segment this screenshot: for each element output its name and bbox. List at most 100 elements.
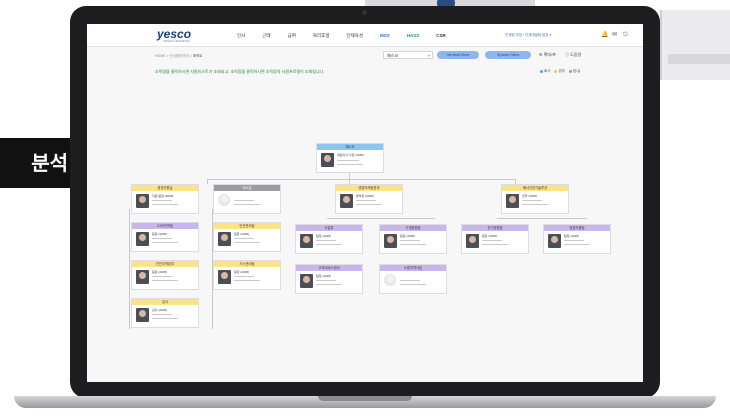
person-photo[interactable] <box>340 194 353 208</box>
detail-line <box>564 240 584 242</box>
logout-icon[interactable]: ⎋ <box>623 32 629 38</box>
person-photo[interactable] <box>136 308 149 322</box>
background-device-bar <box>668 54 730 64</box>
person-name[interactable]: 팀장 (2025) <box>234 232 249 236</box>
help-button[interactable]: ⓘ 도움말 <box>565 52 581 58</box>
detail-line <box>152 276 172 278</box>
person-photo[interactable] <box>384 274 396 286</box>
org-card[interactable]: 고객서비스센터 팀장 (2025) <box>295 264 363 294</box>
side-label: 분석 <box>0 138 74 188</box>
person-name[interactable]: 대표이사 사장 (2025) <box>337 153 364 157</box>
legend-division: 본부 <box>558 69 565 73</box>
person-photo[interactable] <box>321 153 334 167</box>
person-photo[interactable] <box>136 194 149 208</box>
detail-line <box>152 314 172 316</box>
org-card[interactable]: 사업부 팀장 (2025) <box>295 224 363 254</box>
person-photo[interactable] <box>506 194 519 208</box>
nav-item-hass[interactable]: HASS <box>407 33 420 39</box>
person-name[interactable]: 팀장 (2025) <box>316 234 331 238</box>
org-card[interactable]: 영업지원팀 팀장 (2025) <box>543 224 611 254</box>
chevron-down-icon: ▾ <box>427 53 430 58</box>
main-nav: 인사 근태 급여 복리후생 인재육성 MSS HASS CSR <box>237 33 463 39</box>
org-card[interactable]: 가스관리팀 팀장 (2025) <box>213 260 281 290</box>
connector-line <box>207 179 208 184</box>
org-card[interactable]: 전기영업팀 팀장 (2025) <box>461 224 529 254</box>
person-name[interactable]: 팀장 (2025) <box>152 232 167 236</box>
help-label: 도움말 <box>570 52 582 57</box>
person-photo[interactable] <box>300 274 313 288</box>
org-card[interactable]: CSR전략팀 팀장 (2025) <box>131 222 199 252</box>
person-name[interactable]: 팀장 (2025) <box>400 234 415 238</box>
detail-line <box>316 284 342 286</box>
person-photo[interactable] <box>218 194 230 206</box>
org-card[interactable]: 비서실 <box>213 184 281 214</box>
person-photo[interactable] <box>136 232 149 246</box>
person-photo[interactable] <box>136 270 149 284</box>
org-card[interactable]: 안전관리팀 팀장 (2025) <box>213 222 281 252</box>
nav-item-hr[interactable]: 인사 <box>237 33 245 39</box>
person-photo[interactable] <box>300 234 313 248</box>
logo-subtitle: YESCO HOLDINGS <box>163 39 191 43</box>
detail-line <box>482 244 508 246</box>
detail-line <box>234 242 260 244</box>
org-card[interactable]: 에너지전기솔루션 전무 (2025) <box>501 184 569 214</box>
person-name[interactable]: 전무 (2025) <box>522 194 537 198</box>
app-screen: yesco YESCO HOLDINGS 인사 근태 급여 복리후생 인재육성 … <box>87 24 643 382</box>
person-photo[interactable] <box>218 232 231 246</box>
person-photo[interactable] <box>466 234 479 248</box>
legend-dot-company <box>540 69 543 73</box>
nav-item-csr[interactable]: CSR <box>436 33 446 39</box>
org-card[interactable]: 노원지역사업 <box>379 264 447 294</box>
nav-item-payroll[interactable]: 급여 <box>288 33 296 39</box>
nav-item-benefits[interactable]: 복리후생 <box>313 33 330 39</box>
detail-line <box>152 242 178 244</box>
mail-icon[interactable]: ✉ <box>612 32 618 38</box>
person-name[interactable]: 감사 (2025) <box>152 308 167 312</box>
person-name[interactable]: 팀장 (2025) <box>234 270 249 274</box>
org-card[interactable]: 영업마케팅본부 본부장 (2025) <box>335 184 403 214</box>
user-info[interactable]: 인재팀 부장 / 인재개발팀 팀장 ▾ <box>505 33 551 38</box>
org-card[interactable]: 인천지역본부 팀장 (2025) <box>131 260 199 290</box>
spread-view-button[interactable]: Spread View <box>485 51 531 59</box>
expand-button[interactable]: ⚙ 확대/축 <box>539 52 556 58</box>
person-name[interactable]: 본부장 (2025) <box>356 194 374 198</box>
vertical-view-button[interactable]: Vertical View <box>437 51 479 59</box>
expand-label: 확대/축 <box>543 52 556 57</box>
detail-line <box>316 244 342 246</box>
person-name[interactable]: 팀장 (2025) <box>482 234 497 238</box>
nav-item-development[interactable]: 인재육성 <box>346 33 363 39</box>
person-photo[interactable] <box>548 234 561 248</box>
company-select[interactable]: 예스코 ▾ <box>383 51 433 59</box>
org-card[interactable]: 경영지원실 지원 팀장 (2025) <box>131 184 199 214</box>
app-header: yesco YESCO HOLDINGS 인사 근태 급여 복리후생 인재육성 … <box>87 24 643 47</box>
nav-item-mss[interactable]: MSS <box>380 33 390 39</box>
connector-line <box>207 179 515 180</box>
person-name[interactable]: 팀장 (2025) <box>316 274 331 278</box>
detail-line <box>564 244 590 246</box>
breadcrumb: HOME > 인사정보관리 > 조직도 <box>155 54 202 59</box>
person-photo[interactable] <box>218 270 231 284</box>
bell-icon[interactable]: 🔔 <box>601 32 608 38</box>
detail-line <box>337 164 363 166</box>
detail-line <box>152 204 178 206</box>
org-card-root[interactable]: 예스코 대표이사 사장 (2025) <box>316 143 384 173</box>
org-card[interactable]: 감사 감사 (2025) <box>131 298 199 328</box>
detail-line <box>152 318 178 320</box>
nav-item-attendance[interactable]: 근태 <box>262 33 270 39</box>
detail-line <box>234 280 260 282</box>
person-name[interactable]: 팀장 (2025) <box>564 234 579 238</box>
person-name[interactable]: 지원 팀장 (2025) <box>152 194 173 198</box>
detail-line <box>482 240 502 242</box>
person-photo[interactable] <box>384 234 397 248</box>
detail-line <box>400 244 426 246</box>
detail-line <box>316 280 336 282</box>
breadcrumb-path[interactable]: HOME > 인사정보관리 > <box>155 54 192 58</box>
legend-dot-team <box>568 69 572 73</box>
detail-line <box>356 204 382 206</box>
laptop-camera <box>362 10 367 15</box>
person-name[interactable]: 팀장 (2025) <box>152 270 167 274</box>
legend-company: 회사 <box>544 69 551 73</box>
connector-line <box>497 218 587 219</box>
detail-line <box>234 204 260 206</box>
org-card[interactable]: 기계영업팀 팀장 (2025) <box>379 224 447 254</box>
